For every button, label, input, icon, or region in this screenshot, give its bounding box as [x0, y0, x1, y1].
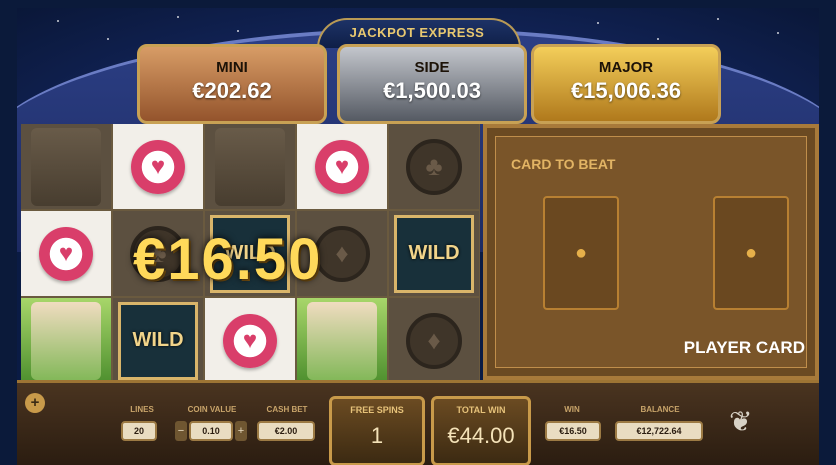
reel-symbol-lady-colour: [297, 298, 387, 383]
win-label: WIN: [564, 405, 580, 414]
player-card-label: PLAYER CARD: [683, 338, 805, 357]
reel-symbol-diamond-chip: ♦: [389, 298, 479, 383]
lady-portrait: [31, 127, 101, 206]
lines-label: LINES: [130, 405, 154, 414]
jackpot-mini: MINI €202.62: [137, 44, 327, 124]
reel-symbol-heart-chip: ♥: [21, 211, 111, 296]
total-win-value: €44.00: [447, 423, 515, 448]
game-frame: JACKPOT EXPRESS MINI €202.62 SIDE €1,500…: [17, 8, 819, 465]
cash-bet-label: CASH BET: [266, 405, 308, 414]
total-win-panel: TOTAL WIN €44.00: [431, 396, 531, 465]
reel-symbol-club-chip: ♣: [389, 124, 479, 209]
reel-symbol-lady-colour: [21, 298, 111, 383]
jackpot-major: MAJOR €15,006.36: [531, 44, 721, 124]
jackpot-mini-label: MINI: [216, 59, 248, 76]
win-amount-overlay: €16.50: [133, 227, 323, 292]
card-back-ornament-icon: ●: [744, 241, 758, 264]
free-spins-value: 1: [370, 423, 384, 448]
lines-value[interactable]: 20: [121, 421, 157, 441]
cash-bet-value: €2.00: [257, 421, 315, 441]
free-spins-label: FREE SPINS: [350, 405, 404, 415]
club-chip-icon: ♣: [406, 138, 462, 195]
jackpot-mini-value: €202.62: [192, 78, 272, 103]
jackpot-side: SIDE €1,500.03: [337, 44, 527, 124]
heart-chip-icon: ♥: [131, 139, 185, 194]
heart-chip-icon: ♥: [39, 226, 93, 281]
card-to-beat-card: ●: [543, 196, 619, 310]
coin-value-label: COIN VALUE: [187, 405, 237, 414]
card-to-beat-label: CARD TO BEAT: [511, 156, 616, 172]
reel-symbol-wild: WILD: [113, 298, 203, 383]
reel-symbol-heart-chip: ♥: [113, 124, 203, 209]
coin-decrease-button[interactable]: −: [175, 421, 187, 441]
wild-symbol: WILD: [394, 214, 474, 293]
lady-portrait: [31, 301, 101, 380]
free-spins-panel: FREE SPINS 1: [329, 396, 425, 465]
heart-chip-icon: ♥: [223, 313, 277, 368]
reel-symbol-wild: WILD: [389, 211, 479, 296]
reel-symbol-lady-grey: [205, 124, 295, 209]
lady-portrait: [307, 301, 377, 380]
total-win-label: TOTAL WIN: [456, 405, 506, 415]
balance-value: €12,722.64: [615, 421, 703, 441]
reel-symbol-heart-chip: ♥: [297, 124, 387, 209]
coin-value: 0.10: [189, 421, 233, 441]
balance-label: BALANCE: [640, 405, 680, 414]
wild-symbol: WILD: [118, 301, 198, 380]
coin-increase-button[interactable]: +: [235, 421, 247, 441]
heart-chip-icon: ♥: [315, 139, 369, 194]
plus-icon[interactable]: +: [25, 393, 45, 413]
lady-portrait: [215, 127, 285, 206]
win-value: €16.50: [545, 421, 601, 441]
jackpot-major-label: MAJOR: [598, 59, 654, 76]
reel-symbol-lady-grey: [21, 124, 111, 209]
jackpot-side-label: SIDE: [414, 59, 450, 76]
card-panel: CARD TO BEAT ● ● PLAYER CARD: [483, 124, 819, 380]
game-title: JACKPOT EXPRESS: [349, 25, 485, 40]
jackpot-side-value: €1,500.03: [383, 78, 481, 103]
jackpot-major-value: €15,006.36: [570, 78, 682, 103]
yggdrasil-tree-icon: ❦: [729, 406, 753, 437]
diamond-chip-icon: ♦: [406, 312, 462, 369]
player-card[interactable]: ●: [713, 196, 789, 310]
card-back-ornament-icon: ●: [574, 241, 588, 264]
reel-symbol-heart-chip: ♥: [205, 298, 295, 383]
